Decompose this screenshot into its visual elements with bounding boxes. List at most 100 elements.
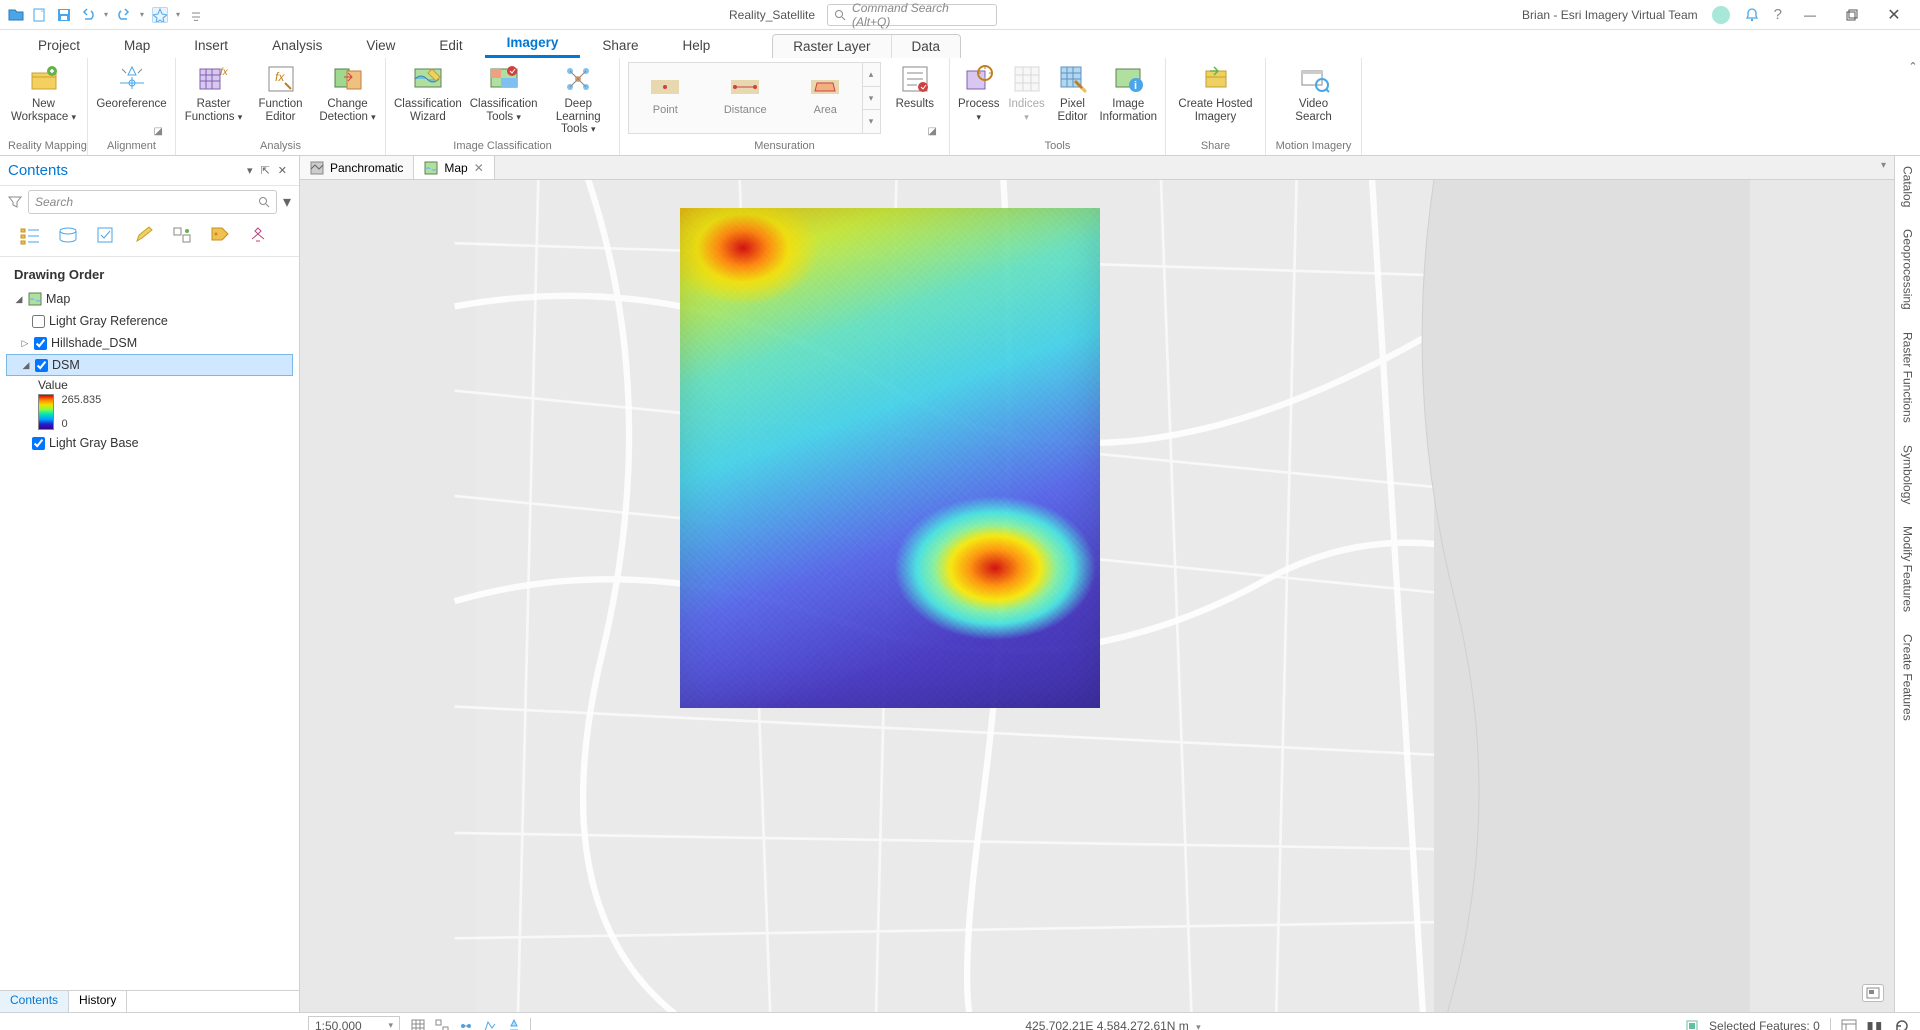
tab-map[interactable]: Map	[102, 34, 172, 58]
dynamic-constraints-icon[interactable]	[506, 1018, 522, 1030]
mensuration-distance[interactable]: Distance	[724, 80, 767, 116]
notifications-icon[interactable]	[1744, 7, 1760, 23]
pixel-editor-button[interactable]: Pixel Editor	[1054, 60, 1092, 123]
close-button[interactable]: ✕	[1880, 3, 1908, 27]
raster-functions-button[interactable]: fx Raster Functions ▾	[184, 60, 243, 123]
expand-arrow-icon[interactable]: ▷	[20, 338, 30, 349]
new-workspace-button[interactable]: New Workspace ▾	[11, 60, 77, 123]
function-editor-button[interactable]: fx Function Editor	[251, 60, 310, 123]
tab-data[interactable]: Data	[892, 35, 961, 58]
filter-icon[interactable]	[8, 195, 22, 209]
layer-checkbox[interactable]	[34, 337, 47, 350]
tab-share[interactable]: Share	[580, 34, 660, 58]
tab-edit[interactable]: Edit	[417, 34, 484, 58]
navigator-icon[interactable]	[1862, 984, 1884, 1002]
list-by-snapping-icon[interactable]	[170, 224, 194, 246]
process-button[interactable]: Process▾	[958, 60, 1000, 123]
minimize-button[interactable]: —	[1796, 3, 1824, 27]
pause-drawing-icon[interactable]: ▮▮	[1867, 1019, 1884, 1030]
pane-options-icon[interactable]: ▾	[243, 164, 257, 177]
tab-imagery[interactable]: Imagery	[485, 31, 581, 58]
redo-icon[interactable]	[116, 7, 132, 23]
georeference-button[interactable]: Georeference	[96, 60, 167, 111]
user-avatar-icon[interactable]	[1712, 6, 1730, 24]
tab-project[interactable]: Project	[16, 34, 102, 58]
qat-customize-icon[interactable]	[188, 7, 204, 23]
map-view[interactable]	[300, 180, 1894, 1012]
undo-icon[interactable]	[80, 7, 96, 23]
scale-input[interactable]: 1:50,000 ▾	[308, 1016, 400, 1030]
pane-close-icon[interactable]: ✕	[274, 164, 291, 177]
layer-checkbox[interactable]	[35, 359, 48, 372]
layer-dsm[interactable]: ◢ DSM	[6, 354, 293, 376]
pane-autohide-icon[interactable]: ⇱	[257, 164, 274, 177]
image-information-button[interactable]: i Image Information	[1099, 60, 1157, 123]
layer-light-gray-base[interactable]: Light Gray Base	[6, 432, 293, 454]
classification-tools-button[interactable]: Classification Tools ▾	[470, 60, 538, 123]
pane-tab-symbology[interactable]: Symbology	[1899, 441, 1917, 508]
mensuration-point[interactable]: Point	[651, 80, 679, 116]
tab-view[interactable]: View	[344, 34, 417, 58]
view-tab-menu-icon[interactable]: ▾	[1873, 156, 1894, 179]
grid-toggle-icon[interactable]	[410, 1018, 426, 1030]
gallery-scroll[interactable]: ▴▾▾	[862, 63, 880, 133]
pane-tab-create-features[interactable]: Create Features	[1899, 630, 1917, 725]
open-project-icon[interactable]	[8, 7, 24, 23]
collapse-ribbon-button[interactable]: ⌃	[1906, 58, 1920, 155]
contents-search-input[interactable]: Search	[28, 190, 277, 214]
classification-wizard-button[interactable]: Classification Wizard	[394, 60, 462, 123]
corrections-icon[interactable]	[482, 1018, 498, 1030]
layer-light-gray-reference[interactable]: Light Gray Reference	[6, 310, 293, 332]
catalog-toggle-icon[interactable]	[1841, 1019, 1857, 1030]
collapse-arrow-icon[interactable]: ◢	[21, 360, 31, 371]
close-tab-icon[interactable]: ✕	[474, 161, 484, 175]
layer-checkbox[interactable]	[32, 315, 45, 328]
view-tab-map[interactable]: Map ✕	[414, 156, 494, 179]
tab-raster-layer[interactable]: Raster Layer	[773, 35, 891, 58]
new-project-icon[interactable]	[32, 7, 48, 23]
footer-tab-contents[interactable]: Contents	[0, 991, 69, 1012]
list-by-drawing-order-icon[interactable]	[18, 224, 42, 246]
value-heading: Value	[38, 378, 293, 394]
indices-button[interactable]: Indices▾	[1008, 60, 1046, 123]
collapse-arrow-icon[interactable]: ◢	[14, 294, 24, 305]
tab-analysis[interactable]: Analysis	[250, 34, 344, 58]
save-icon[interactable]	[56, 7, 72, 23]
pane-tab-raster-functions[interactable]: Raster Functions	[1899, 328, 1917, 427]
help-icon[interactable]: ?	[1774, 6, 1782, 23]
list-by-source-icon[interactable]	[56, 224, 80, 246]
video-search-button[interactable]: Video Search	[1281, 60, 1347, 123]
list-by-editing-icon[interactable]	[132, 224, 156, 246]
change-detection-button[interactable]: Change Detection ▾	[318, 60, 377, 123]
explore-tool-icon[interactable]	[152, 7, 168, 23]
tab-help[interactable]: Help	[660, 34, 732, 58]
coords-options-icon[interactable]: ▾	[1192, 1022, 1201, 1030]
maximize-button[interactable]	[1838, 3, 1866, 27]
pane-tab-catalog[interactable]: Catalog	[1899, 162, 1917, 211]
pane-tab-geoprocessing[interactable]: Geoprocessing	[1899, 225, 1917, 314]
tab-insert[interactable]: Insert	[172, 34, 250, 58]
refresh-icon[interactable]	[1894, 1018, 1910, 1030]
selected-features-readout[interactable]: Selected Features: 0	[1709, 1019, 1820, 1030]
command-search-input[interactable]: Command Search (Alt+Q)	[827, 4, 997, 26]
snapping-icon[interactable]	[434, 1018, 450, 1030]
mensuration-results-button[interactable]: Results	[889, 60, 941, 111]
mensuration-launcher-icon[interactable]: ◪	[928, 126, 941, 137]
create-hosted-imagery-button[interactable]: Create Hosted Imagery	[1176, 60, 1256, 123]
list-by-labeling-icon[interactable]	[208, 224, 232, 246]
view-tab-panchromatic[interactable]: Panchromatic	[300, 156, 414, 179]
constraints-icon[interactable]	[458, 1018, 474, 1030]
list-by-selection-icon[interactable]	[94, 224, 118, 246]
layer-checkbox[interactable]	[32, 437, 45, 450]
search-options-icon[interactable]: ▾	[283, 192, 291, 212]
list-by-perceptual-icon[interactable]	[246, 224, 270, 246]
mensuration-area[interactable]: Area	[811, 80, 839, 116]
user-name[interactable]: Brian - Esri Imagery Virtual Team	[1522, 8, 1698, 22]
deep-learning-tools-button[interactable]: Deep Learning Tools ▾	[546, 60, 612, 136]
layer-hillshade-dsm[interactable]: ▷ Hillshade_DSM	[6, 332, 293, 354]
quick-access-toolbar: ▾ ▾ ▾	[0, 7, 204, 23]
footer-tab-history[interactable]: History	[69, 991, 127, 1012]
toc-map-row[interactable]: ◢ Map	[6, 288, 293, 310]
alignment-launcher-icon[interactable]: ◪	[154, 126, 167, 137]
pane-tab-modify-features[interactable]: Modify Features	[1899, 522, 1917, 616]
